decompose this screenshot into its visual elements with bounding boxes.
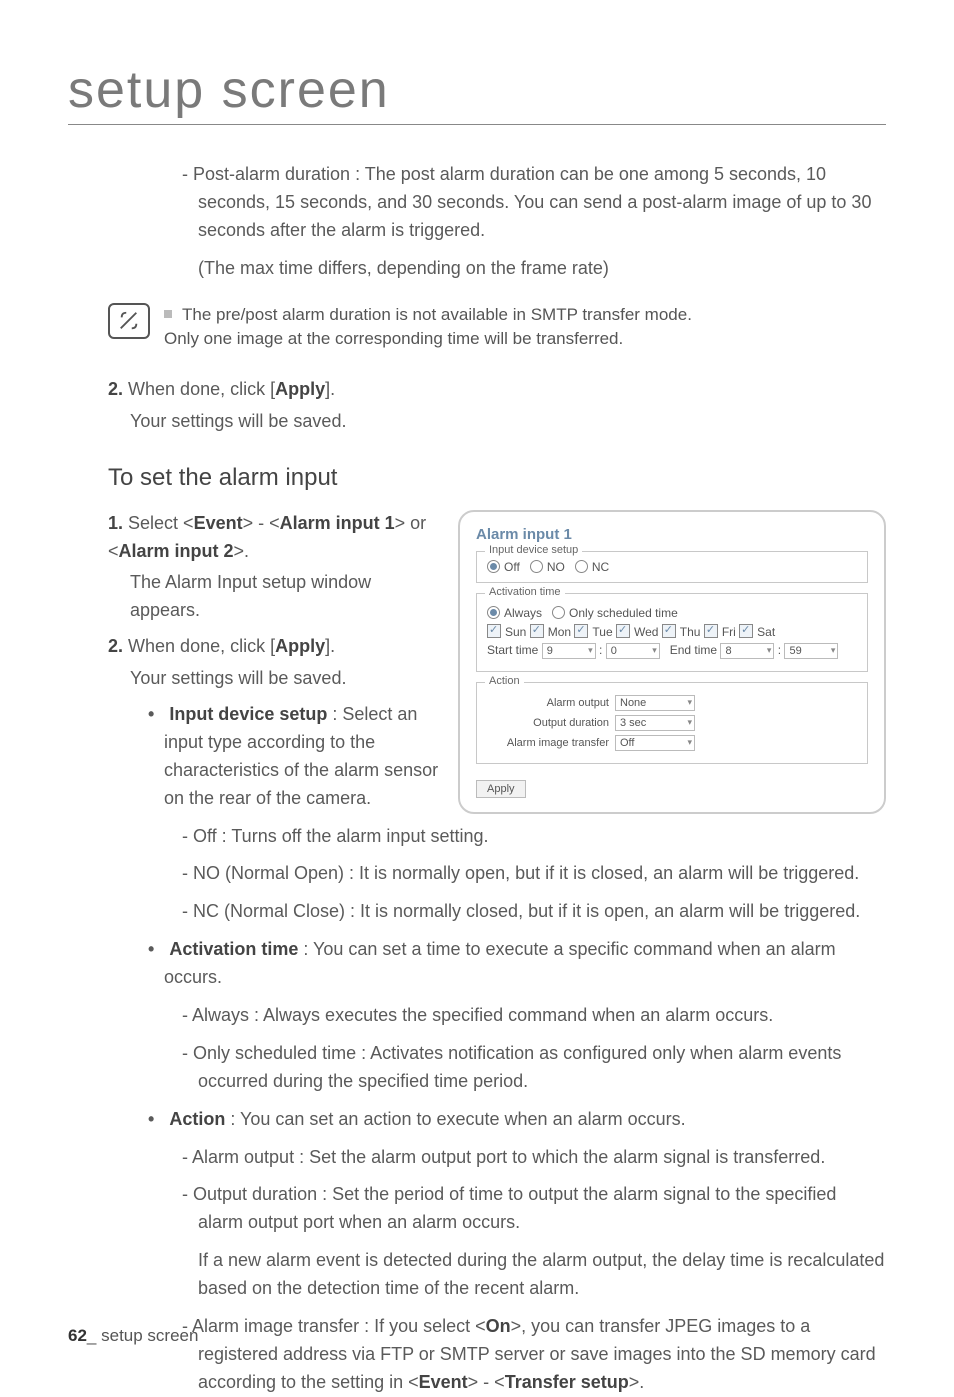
action-transfer: Alarm image transfer : If you select <On… bbox=[198, 1313, 886, 1397]
step-1-event: Event bbox=[194, 513, 243, 533]
activation-always: Always : Always executes the specified c… bbox=[198, 1002, 886, 1030]
footer-sep: _ bbox=[87, 1326, 96, 1345]
chk-fri[interactable] bbox=[704, 624, 718, 638]
start-min[interactable]: 0 bbox=[606, 643, 660, 659]
radio-off-label: Off bbox=[504, 560, 520, 574]
radio-always[interactable] bbox=[487, 606, 500, 619]
action-output: Alarm output : Set the alarm output port… bbox=[198, 1144, 886, 1172]
chk-thu-label: Thu bbox=[680, 625, 701, 639]
action-duration-2: If a new alarm event is detected during … bbox=[198, 1247, 886, 1303]
chk-mon[interactable] bbox=[530, 624, 544, 638]
post-alarm-item: Post-alarm duration : The post alarm dur… bbox=[198, 161, 886, 245]
chk-sat-label: Sat bbox=[757, 625, 775, 639]
end-min[interactable]: 59 bbox=[784, 643, 838, 659]
step-2a-sub: Your settings will be saved. bbox=[130, 408, 886, 436]
footer-text: setup screen bbox=[96, 1326, 198, 1345]
step-2b-num: 2. bbox=[108, 636, 123, 656]
step-1-sub: The Alarm Input setup window appears. bbox=[130, 569, 440, 625]
activation-heading: Activation time bbox=[169, 939, 298, 959]
radio-no-label: NO bbox=[547, 560, 565, 574]
note-icon bbox=[108, 303, 150, 339]
output-duration-label: Output duration bbox=[487, 717, 609, 729]
page-number: 62 bbox=[68, 1326, 87, 1345]
start-time-label: Start time bbox=[487, 643, 538, 657]
chk-tue-label: Tue bbox=[592, 625, 612, 639]
step-1: 1. Select <Event> - <Alarm input 1> or <… bbox=[108, 510, 440, 566]
note-line1: The pre/post alarm duration is not avail… bbox=[182, 305, 692, 324]
chapter-title: setup screen bbox=[68, 60, 886, 125]
radio-no[interactable] bbox=[530, 560, 543, 573]
output-duration-select[interactable]: 3 sec bbox=[615, 715, 695, 731]
step-2b-t1: When done, click [ bbox=[128, 636, 275, 656]
action-text: : You can set an action to execute when … bbox=[225, 1109, 685, 1129]
step-2a-num: 2. bbox=[108, 379, 123, 399]
step-1-ai1: Alarm input 1 bbox=[280, 513, 395, 533]
chk-fri-label: Fri bbox=[722, 625, 736, 639]
step-2b-sub: Your settings will be saved. bbox=[130, 665, 440, 693]
radio-nc[interactable] bbox=[575, 560, 588, 573]
action-duration: Output duration : Set the period of time… bbox=[198, 1181, 886, 1237]
alarm-output-select[interactable]: None bbox=[615, 695, 695, 711]
step-2a: 2. When done, click [Apply]. bbox=[108, 376, 886, 404]
action-transfer-setup: Transfer setup bbox=[505, 1372, 629, 1392]
chk-sun-label: Sun bbox=[505, 625, 526, 639]
fs-activation: Activation time bbox=[485, 586, 565, 598]
activation-scheduled: Only scheduled time : Activates notifica… bbox=[198, 1040, 886, 1096]
start-hour[interactable]: 9 bbox=[542, 643, 596, 659]
step-1-t2: > - < bbox=[243, 513, 280, 533]
ids-item: Input device setup : Select an input typ… bbox=[164, 701, 440, 813]
end-time-label: End time bbox=[670, 643, 717, 657]
radio-nc-label: NC bbox=[592, 560, 609, 574]
action-transfer-event: Event bbox=[419, 1372, 468, 1392]
action-item: Action : You can set an action to execut… bbox=[164, 1106, 886, 1134]
image-transfer-select[interactable]: Off bbox=[615, 735, 695, 751]
fs-action: Action bbox=[485, 675, 524, 687]
step-2b: 2. When done, click [Apply]. bbox=[108, 633, 440, 661]
radio-scheduled[interactable] bbox=[552, 606, 565, 619]
note-text: The pre/post alarm duration is not avail… bbox=[164, 303, 692, 352]
chk-tue[interactable] bbox=[574, 624, 588, 638]
radio-always-label: Always bbox=[504, 606, 542, 620]
step-2b-apply: Apply bbox=[275, 636, 325, 656]
ids-no: NO (Normal Open) : It is normally open, … bbox=[198, 860, 886, 888]
step-1-t1: Select < bbox=[128, 513, 194, 533]
image-transfer-label: Alarm image transfer bbox=[487, 737, 609, 749]
screenshot-panel: Alarm input 1 Input device setup Off NO … bbox=[458, 510, 886, 814]
action-transfer-d: >. bbox=[629, 1372, 645, 1392]
activation-item: Activation time : You can set a time to … bbox=[164, 936, 886, 992]
action-transfer-on: On bbox=[486, 1316, 511, 1336]
action-heading: Action bbox=[169, 1109, 225, 1129]
step-2b-t2: ]. bbox=[325, 636, 335, 656]
chk-mon-label: Mon bbox=[548, 625, 571, 639]
step-1-ai2: Alarm input 2 bbox=[119, 541, 234, 561]
action-transfer-a: Alarm image transfer : If you select < bbox=[192, 1316, 486, 1336]
chk-wed-label: Wed bbox=[634, 625, 658, 639]
chk-sun[interactable] bbox=[487, 624, 501, 638]
post-alarm-sub: (The max time differs, depending on the … bbox=[198, 255, 886, 283]
page-footer: 62_ setup screen bbox=[68, 1326, 198, 1346]
step-1-num: 1. bbox=[108, 513, 123, 533]
ids-off: Off : Turns off the alarm input setting. bbox=[198, 823, 886, 851]
chk-wed[interactable] bbox=[616, 624, 630, 638]
step-2a-t1: When done, click [ bbox=[128, 379, 275, 399]
apply-button[interactable]: Apply bbox=[476, 780, 526, 798]
chk-sat[interactable] bbox=[739, 624, 753, 638]
note-line2: Only one image at the corresponding time… bbox=[164, 329, 623, 348]
step-2a-apply: Apply bbox=[275, 379, 325, 399]
alarm-output-label: Alarm output bbox=[487, 697, 609, 709]
radio-scheduled-label: Only scheduled time bbox=[569, 606, 678, 620]
ids-heading: Input device setup bbox=[169, 704, 327, 724]
chk-thu[interactable] bbox=[662, 624, 676, 638]
fs-input-device: Input device setup bbox=[485, 544, 582, 556]
shot-title: Alarm input 1 bbox=[476, 526, 868, 543]
radio-off[interactable] bbox=[487, 560, 500, 573]
section-heading: To set the alarm input bbox=[108, 464, 886, 492]
ids-nc: NC (Normal Close) : It is normally close… bbox=[198, 898, 886, 926]
step-2a-t2: ]. bbox=[325, 379, 335, 399]
step-1-t4: >. bbox=[234, 541, 250, 561]
action-transfer-c: > - < bbox=[468, 1372, 505, 1392]
end-hour[interactable]: 8 bbox=[720, 643, 774, 659]
